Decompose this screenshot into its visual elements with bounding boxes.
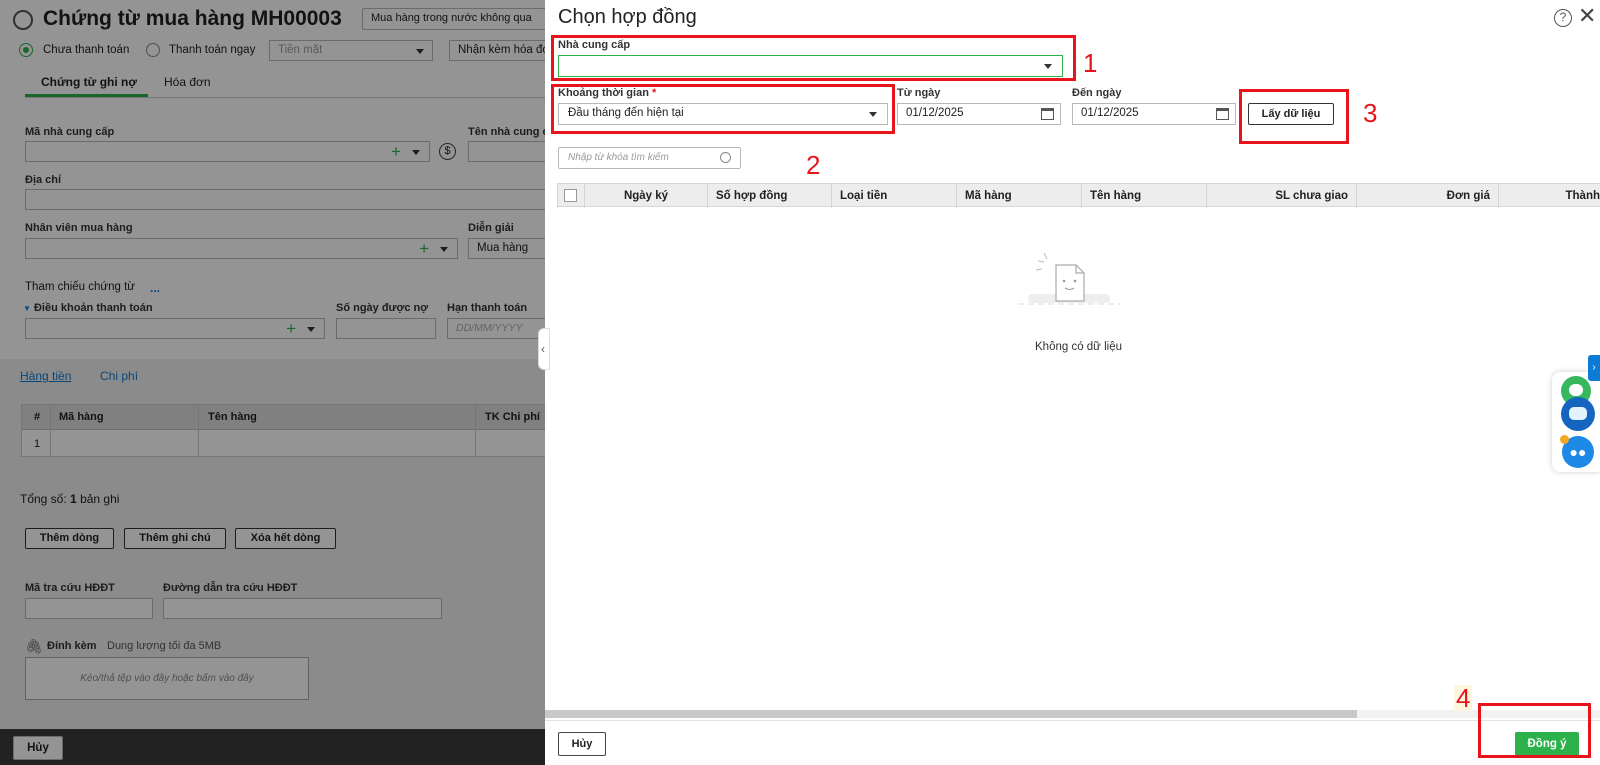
scrollbar-thumb[interactable]: [545, 710, 1357, 718]
expand-side-panel-icon[interactable]: ›: [1588, 355, 1600, 381]
modal-overlay[interactable]: [0, 0, 545, 765]
annotation-number-4: 4: [1454, 683, 1473, 713]
chevron-left-icon: ‹: [541, 342, 545, 356]
col-item-name[interactable]: Tên hàng: [1082, 184, 1207, 208]
from-date-label: Từ ngày: [897, 87, 941, 99]
col-undelivered-qty[interactable]: SL chưa giao: [1207, 184, 1357, 208]
annotation-number-3: 3: [1363, 98, 1378, 128]
annotation-number-1: 1: [1083, 48, 1098, 78]
collapse-panel-handle[interactable]: ‹: [538, 328, 550, 370]
col-sign-date[interactable]: Ngày ký: [585, 184, 708, 208]
col-unit-price[interactable]: Đơn giá: [1357, 184, 1499, 208]
col-item-code[interactable]: Mã hàng: [957, 184, 1082, 208]
search-icon[interactable]: [720, 152, 731, 163]
select-all-checkbox[interactable]: [564, 189, 577, 202]
search-input[interactable]: Nhập từ khóa tìm kiếm: [558, 147, 741, 169]
dialog-footer-divider: [545, 720, 1600, 721]
annotation-number-2: 2: [806, 150, 821, 180]
notification-dot: [1560, 435, 1569, 444]
annotation-box-1: [551, 35, 1076, 81]
select-all-cell: [557, 184, 585, 208]
col-contract-no[interactable]: Số hợp đồng: [708, 184, 832, 208]
to-date-label: Đến ngày: [1072, 87, 1122, 99]
contract-table: Ngày ký Số hợp đồng Loại tiền Mã hàng Tê…: [557, 183, 1600, 713]
calendar-icon[interactable]: [1041, 108, 1054, 120]
help-icon[interactable]: ?: [1554, 9, 1572, 27]
close-icon[interactable]: ✕: [1578, 3, 1596, 29]
empty-data-text: Không có dữ liệu: [1035, 341, 1122, 353]
cancel-button[interactable]: Hủy: [558, 732, 606, 756]
robot-face-icon: [1569, 407, 1587, 420]
dialog-title: Chọn hợp đồng: [558, 6, 697, 28]
from-date-input[interactable]: 01/12/2025: [897, 103, 1061, 125]
to-date-input[interactable]: 01/12/2025: [1072, 103, 1236, 125]
table-header: Ngày ký Số hợp đồng Loại tiền Mã hàng Tê…: [557, 183, 1600, 208]
horizontal-scrollbar[interactable]: [545, 710, 1600, 718]
calendar-icon[interactable]: [1216, 108, 1229, 120]
annotation-box-4: [1478, 703, 1591, 758]
annotation-box-2: [551, 84, 895, 134]
col-amount[interactable]: Thành: [1499, 184, 1600, 208]
col-currency[interactable]: Loại tiền: [832, 184, 957, 208]
empty-data-illustration: [1018, 252, 1120, 305]
annotation-box-3: [1239, 89, 1349, 144]
chat-bubble-icon: [1569, 384, 1583, 396]
robot-assistant-icon[interactable]: [1561, 397, 1595, 431]
